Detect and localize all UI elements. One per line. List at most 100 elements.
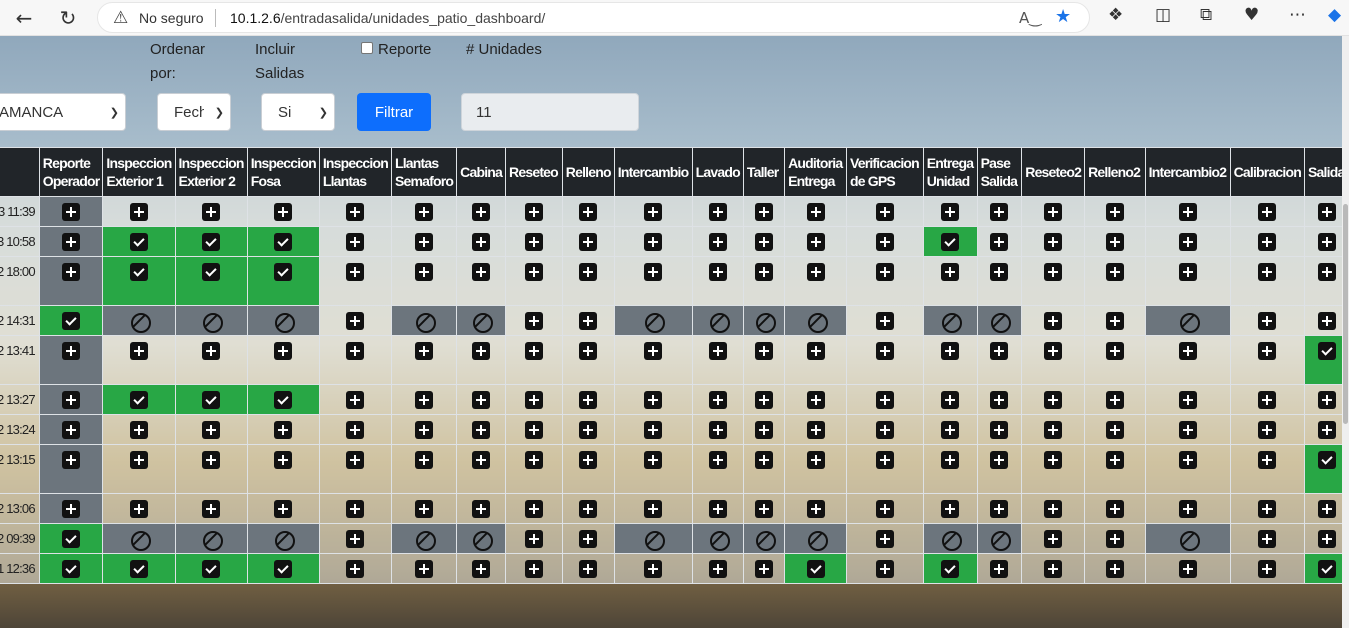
plus-icon[interactable] [579,203,598,221]
filter-button[interactable]: Filtrar [357,93,431,131]
plus-icon[interactable] [472,560,491,578]
plus-icon[interactable] [1258,203,1277,221]
plus-icon[interactable] [708,560,727,578]
plus-icon[interactable] [1105,203,1124,221]
plus-icon[interactable] [579,500,598,518]
plus-icon[interactable] [202,451,221,469]
plus-icon[interactable] [62,263,81,281]
plus-icon[interactable] [472,451,491,469]
plus-icon[interactable] [990,391,1009,409]
plus-icon[interactable] [346,203,365,221]
plus-icon[interactable] [1044,560,1063,578]
plus-icon[interactable] [524,263,543,281]
plus-icon[interactable] [415,421,434,439]
plus-icon[interactable] [1105,233,1124,251]
plus-icon[interactable] [129,500,148,518]
plus-icon[interactable] [806,391,825,409]
plus-icon[interactable] [1178,391,1197,409]
column-header[interactable]: Reseteo2 [1021,147,1086,197]
plus-icon[interactable] [579,233,598,251]
plus-icon[interactable] [62,391,81,409]
plus-icon[interactable] [1178,342,1197,360]
plus-icon[interactable] [1178,421,1197,439]
plus-icon[interactable] [524,451,543,469]
plus-icon[interactable] [1258,312,1277,330]
plus-icon[interactable] [754,560,773,578]
plus-icon[interactable] [62,500,81,518]
plus-icon[interactable] [875,560,894,578]
plus-icon[interactable] [1044,530,1063,548]
plus-icon[interactable] [1044,500,1063,518]
plus-icon[interactable] [274,451,293,469]
plus-icon[interactable] [1317,530,1336,548]
plus-icon[interactable] [644,263,663,281]
plus-icon[interactable] [806,451,825,469]
copilot-icon[interactable]: ◆ [1328,5,1341,25]
plus-icon[interactable] [1317,312,1336,330]
plus-icon[interactable] [1258,560,1277,578]
check-icon[interactable] [941,233,960,251]
plus-icon[interactable] [806,233,825,251]
plus-icon[interactable] [990,203,1009,221]
check-icon[interactable] [806,560,825,578]
plus-icon[interactable] [644,421,663,439]
plus-icon[interactable] [990,342,1009,360]
plus-icon[interactable] [274,203,293,221]
plus-icon[interactable] [1258,233,1277,251]
plus-icon[interactable] [875,530,894,548]
plus-icon[interactable] [524,530,543,548]
plus-icon[interactable] [644,451,663,469]
check-icon[interactable] [129,233,148,251]
plus-icon[interactable] [708,391,727,409]
scrollbar-thumb[interactable] [1343,204,1348,424]
plus-icon[interactable] [1044,421,1063,439]
check-icon[interactable] [274,391,293,409]
plus-icon[interactable] [644,560,663,578]
plus-icon[interactable] [1317,203,1336,221]
check-icon[interactable] [129,263,148,281]
plus-icon[interactable] [875,391,894,409]
plus-icon[interactable] [1105,263,1124,281]
plus-icon[interactable] [274,421,293,439]
check-icon[interactable] [202,391,221,409]
column-header[interactable]: Verificacion de GPS [845,147,924,197]
plus-icon[interactable] [990,233,1009,251]
plus-icon[interactable] [346,530,365,548]
plus-icon[interactable] [1317,500,1336,518]
plus-icon[interactable] [644,391,663,409]
check-icon[interactable] [129,391,148,409]
favorite-star-icon[interactable]: ★ [1055,6,1071,27]
plus-icon[interactable] [472,421,491,439]
plus-icon[interactable] [1178,451,1197,469]
plus-icon[interactable] [62,451,81,469]
plus-icon[interactable] [524,560,543,578]
reload-icon[interactable]: ↻ [54,4,82,32]
plus-icon[interactable] [754,233,773,251]
column-header[interactable]: Inspeccion Exterior 2 [174,147,248,197]
plus-icon[interactable] [579,560,598,578]
plus-icon[interactable] [941,421,960,439]
plus-icon[interactable] [754,500,773,518]
check-icon[interactable] [62,530,81,548]
plus-icon[interactable] [1105,560,1124,578]
plus-icon[interactable] [524,500,543,518]
plus-icon[interactable] [806,342,825,360]
plus-icon[interactable] [1105,391,1124,409]
plus-icon[interactable] [1258,500,1277,518]
report-checkbox[interactable] [361,42,373,54]
plus-icon[interactable] [708,233,727,251]
plus-icon[interactable] [472,233,491,251]
plus-icon[interactable] [1044,312,1063,330]
plus-icon[interactable] [754,391,773,409]
plus-icon[interactable] [1044,233,1063,251]
plus-icon[interactable] [472,342,491,360]
plus-icon[interactable] [129,451,148,469]
plus-icon[interactable] [875,312,894,330]
plus-icon[interactable] [524,421,543,439]
plus-icon[interactable] [1044,263,1063,281]
plus-icon[interactable] [990,421,1009,439]
check-icon[interactable] [202,263,221,281]
plus-icon[interactable] [472,263,491,281]
plus-icon[interactable] [524,203,543,221]
plus-icon[interactable] [1105,530,1124,548]
